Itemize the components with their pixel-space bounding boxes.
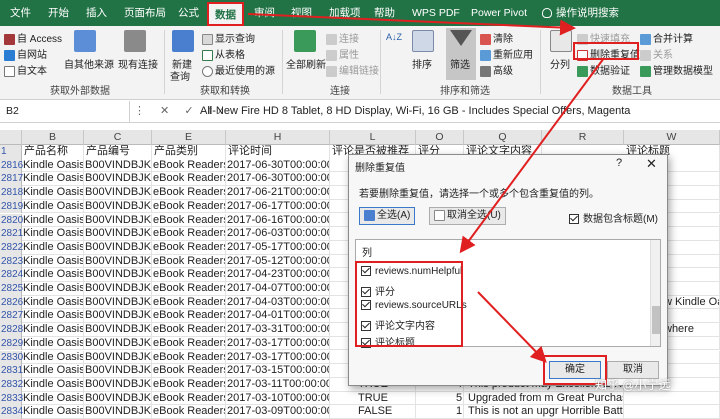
arrow-tab-to-button [247,13,576,36]
watermark: 知乎 @小宁远 [595,378,671,392]
annotation-arrows [247,13,605,363]
arrow-button-to-list [459,57,605,254]
arrow-list-to-ok [477,291,547,363]
